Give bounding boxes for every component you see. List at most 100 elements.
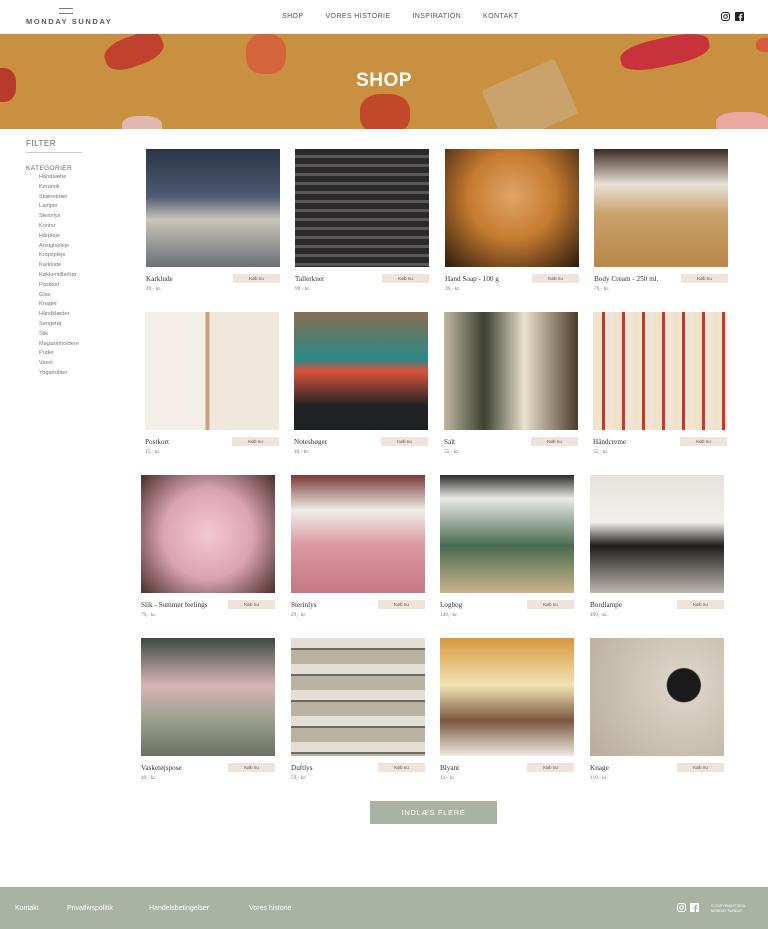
buy-button[interactable]: Køb nu [681, 274, 728, 283]
footer-link-handelsbetingelser[interactable]: Handelsbetingelser [149, 905, 209, 912]
logo[interactable]: MONDAY SUNDAY [26, 8, 116, 30]
category-item[interactable]: Skærebræt [26, 193, 116, 203]
footer-link-privatlivspolitik[interactable]: Privatlivspolitik [67, 905, 113, 912]
product-name[interactable]: Salt [444, 438, 455, 446]
product-card[interactable]: Slik - Summer feelings 79,- kr. Køb nu [141, 475, 275, 618]
product-card[interactable]: Body Cream - 250 ml. 79,- kr. Køb nu [594, 149, 728, 292]
product-image[interactable] [291, 638, 425, 756]
product-name[interactable]: Bordlampe [590, 601, 622, 609]
product-card[interactable]: Salt 55,- kr. Køb nu [444, 312, 578, 455]
product-name[interactable]: Knage [590, 764, 609, 772]
product-card[interactable]: Karklude 49,- kr. Køb nu [146, 149, 280, 292]
product-card[interactable]: Bordlampe 499,- kr. Køb nu [590, 475, 724, 618]
category-item[interactable]: Knager [26, 300, 116, 310]
product-image[interactable] [291, 475, 425, 593]
product-name[interactable]: Vasketøjspose [141, 764, 182, 772]
footer-link-vores-historie[interactable]: Vores historie [249, 905, 291, 912]
buy-button[interactable]: Køb nu [378, 763, 425, 772]
category-item[interactable]: Kropspleje [26, 251, 116, 261]
product-name[interactable]: Blyant [440, 764, 459, 772]
product-image[interactable] [445, 149, 579, 267]
nav-item-vores-historie[interactable]: VORES HISTORIE [325, 13, 390, 20]
buy-button[interactable]: Køb nu [233, 274, 280, 283]
buy-button[interactable]: Køb nu [680, 437, 727, 446]
product-image[interactable] [145, 312, 279, 430]
buy-button[interactable]: Køb nu [527, 763, 574, 772]
product-card[interactable]: Tallerkner 99,- kr. Køb nu [295, 149, 429, 292]
product-image[interactable] [141, 638, 275, 756]
product-image[interactable] [444, 312, 578, 430]
buy-button[interactable]: Køb nu [382, 274, 429, 283]
category-item[interactable]: Postkort [26, 281, 116, 291]
product-card[interactable]: Sterinlys 29,- kr. Køb nu [291, 475, 425, 618]
footer-link-kontakt[interactable]: Kontakt [15, 905, 39, 912]
category-item[interactable]: Håndklæder [26, 310, 116, 320]
category-item[interactable]: Slik [26, 330, 116, 340]
product-card[interactable]: Logbog 149,- kr. Køb nu [440, 475, 574, 618]
product-card[interactable]: Vasketøjspose 49,- kr. Køb nu [141, 638, 275, 781]
product-card[interactable]: Knage 119,- kr. Køb nu [590, 638, 724, 781]
category-item[interactable]: Kontor [26, 222, 116, 232]
product-name[interactable]: Sterinlys [291, 601, 317, 609]
product-card[interactable]: Duftlys 59,- kr. Køb nu [291, 638, 425, 781]
product-card[interactable]: Blyant 12,- kr. Køb nu [440, 638, 574, 781]
category-item[interactable]: Hårpleje [26, 232, 116, 242]
category-item[interactable]: Sterinlys [26, 212, 116, 222]
product-name[interactable]: Logbog [440, 601, 462, 609]
nav-item-inspiration[interactable]: INSPIRATION [412, 13, 461, 20]
buy-button[interactable]: Køb nu [378, 600, 425, 609]
product-name[interactable]: Tallerkner [295, 275, 324, 283]
product-image[interactable] [141, 475, 275, 593]
buy-button[interactable]: Køb nu [232, 437, 279, 446]
product-image[interactable] [440, 475, 574, 593]
category-item[interactable]: Yogamåtter [26, 369, 116, 379]
category-item[interactable]: Sengetøj [26, 320, 116, 330]
category-item[interactable]: Ansigtspleje [26, 242, 116, 252]
category-item[interactable]: Karklude [26, 261, 116, 271]
category-item[interactable]: Lamper [26, 202, 116, 212]
product-image[interactable] [440, 638, 574, 756]
load-more-button[interactable]: INDLÆS FLERE [370, 801, 497, 824]
buy-button[interactable]: Køb nu [531, 437, 578, 446]
product-name[interactable]: Notesbøger [294, 438, 327, 446]
product-card[interactable]: Håndcreme 55,- kr. Køb nu [593, 312, 727, 455]
category-item[interactable]: Glas [26, 291, 116, 301]
hero-decor-candy [618, 34, 712, 76]
product-image[interactable] [593, 312, 727, 430]
product-card[interactable]: Hand Soap - 100 g 39,- kr. Køb nu [445, 149, 579, 292]
product-card[interactable]: Postkort 15,- kr. Køb nu [145, 312, 279, 455]
product-image[interactable] [146, 149, 280, 267]
product-name[interactable]: Slik - Summer feelings [141, 601, 207, 609]
buy-button[interactable]: Køb nu [677, 600, 724, 609]
instagram-icon[interactable] [677, 903, 686, 912]
category-item[interactable]: Køkkentilbehør [26, 271, 116, 281]
facebook-icon[interactable] [735, 12, 744, 21]
product-name[interactable]: Body Cream - 250 ml. [594, 275, 658, 283]
product-image[interactable] [594, 149, 728, 267]
facebook-icon[interactable] [690, 903, 699, 912]
category-item[interactable]: Magasinholdere [26, 340, 116, 350]
product-image[interactable] [294, 312, 428, 430]
category-item[interactable]: Puder [26, 349, 116, 359]
product-image[interactable] [295, 149, 429, 267]
product-image[interactable] [590, 475, 724, 593]
product-name[interactable]: Duftlys [291, 764, 313, 772]
instagram-icon[interactable] [721, 12, 730, 21]
category-item[interactable]: Keramik [26, 183, 116, 193]
category-item[interactable]: Vaser [26, 359, 116, 369]
nav-item-shop[interactable]: SHOP [282, 13, 303, 20]
buy-button[interactable]: Køb nu [228, 763, 275, 772]
category-item[interactable]: Håndsæbe [26, 173, 116, 183]
buy-button[interactable]: Køb nu [228, 600, 275, 609]
product-image[interactable] [590, 638, 724, 756]
product-name[interactable]: Postkort [145, 438, 169, 446]
buy-button[interactable]: Køb nu [677, 763, 724, 772]
product-name[interactable]: Hand Soap - 100 g [445, 275, 499, 283]
buy-button[interactable]: Køb nu [381, 437, 428, 446]
nav-item-kontakt[interactable]: KONTAKT [483, 13, 518, 20]
product-name[interactable]: Håndcreme [593, 438, 626, 446]
buy-button[interactable]: Køb nu [527, 600, 574, 609]
product-name[interactable]: Karklude [146, 275, 173, 283]
buy-button[interactable]: Køb nu [532, 274, 579, 283]
product-card[interactable]: Notesbøger 49,- kr. Køb nu [294, 312, 428, 455]
